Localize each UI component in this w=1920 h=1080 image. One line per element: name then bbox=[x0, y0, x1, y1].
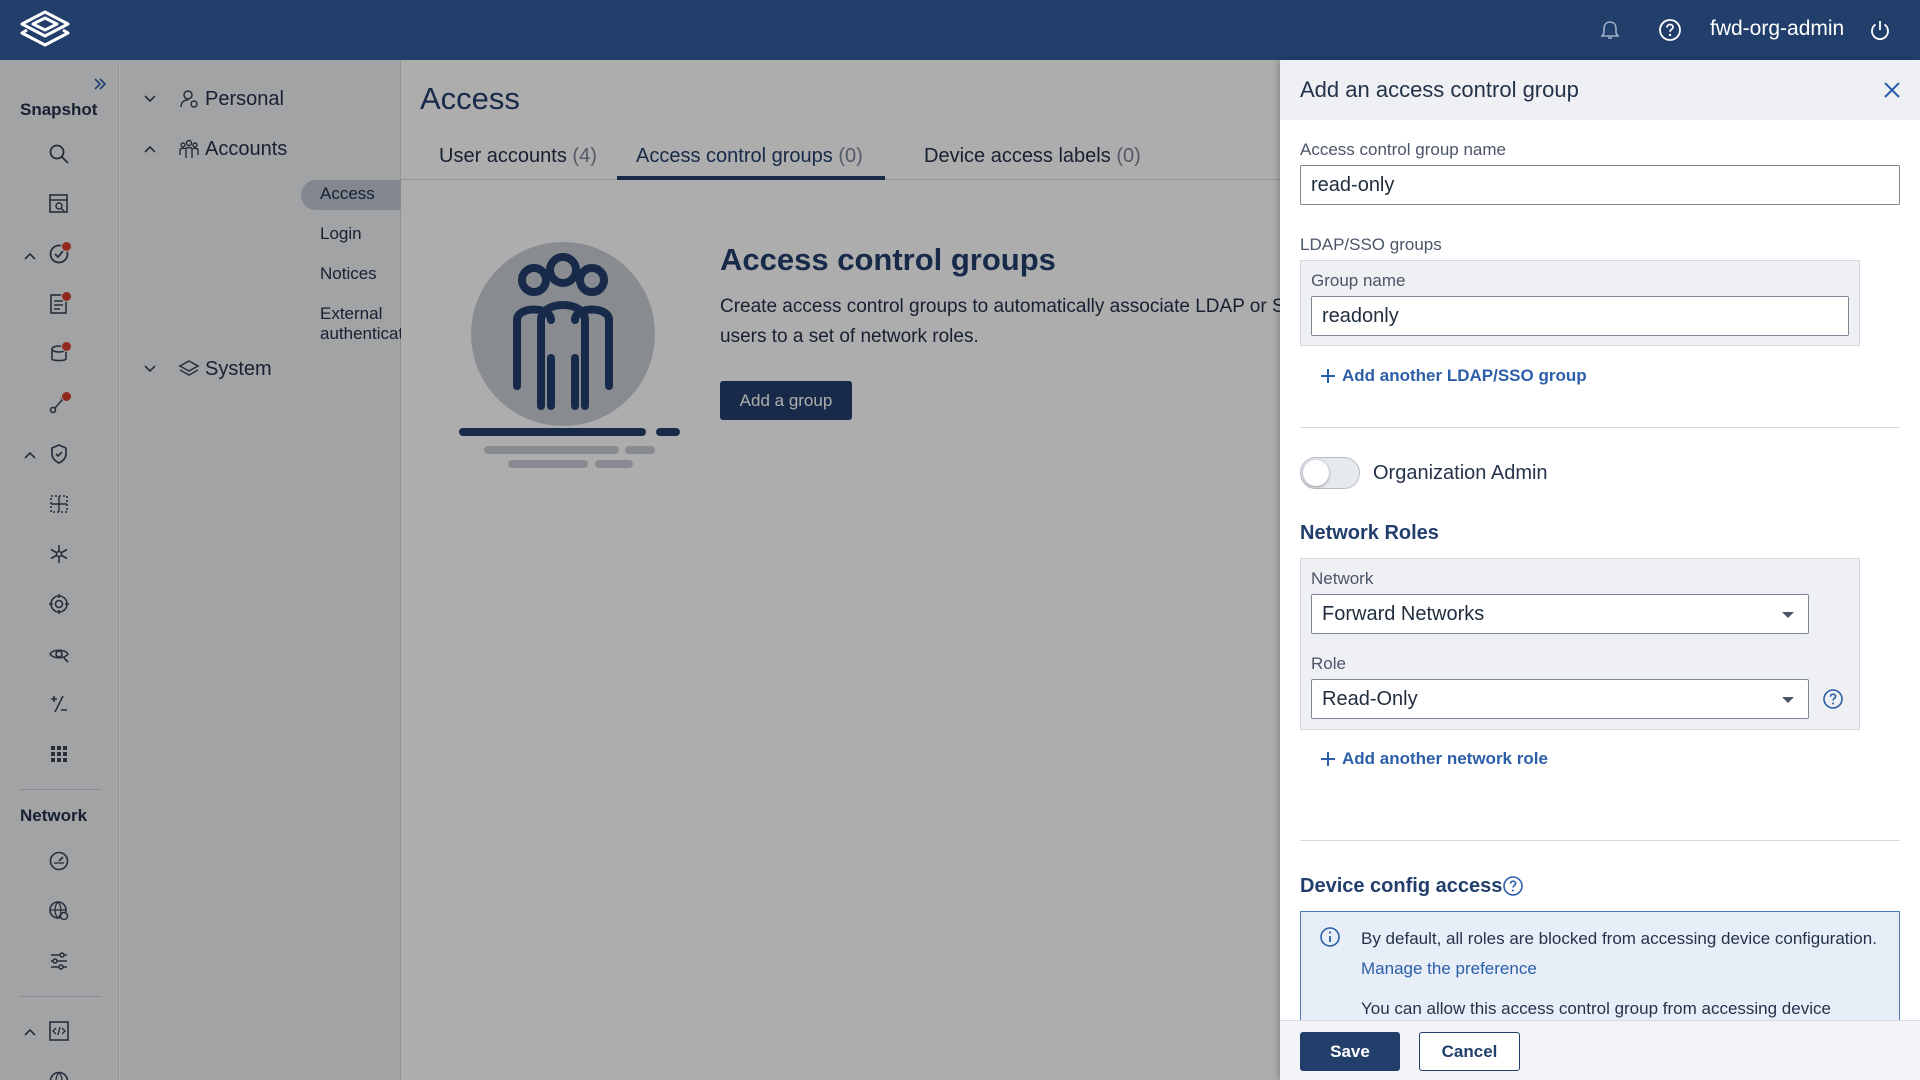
power-icon[interactable] bbox=[1866, 16, 1894, 44]
ldap-groups-label: LDAP/SSO groups bbox=[1300, 235, 1442, 254]
divider bbox=[1300, 427, 1900, 428]
add-group-drawer: Add an access control group Access contr… bbox=[1280, 60, 1920, 1080]
network-role-box: Network Forward Networks Role Read-Only bbox=[1300, 558, 1860, 730]
drawer-title: Add an access control group bbox=[1300, 77, 1579, 102]
device-config-help-icon[interactable] bbox=[1502, 875, 1524, 897]
forward-networks-logo[interactable] bbox=[18, 8, 72, 52]
dropdown-caret-icon bbox=[1782, 612, 1794, 618]
add-ldap-group-link[interactable]: Add another LDAP/SSO group bbox=[1320, 366, 1587, 386]
role-help-icon[interactable] bbox=[1822, 688, 1844, 710]
plus-icon bbox=[1321, 752, 1335, 766]
dropdown-caret-icon bbox=[1782, 697, 1794, 703]
network-roles-heading: Network Roles bbox=[1300, 522, 1439, 544]
org-admin-label: Organization Admin bbox=[1373, 462, 1548, 484]
cancel-button[interactable]: Cancel bbox=[1419, 1032, 1520, 1071]
username[interactable]: fwd-org-admin bbox=[1710, 17, 1844, 41]
toggle-knob bbox=[1303, 460, 1329, 486]
add-network-role-link[interactable]: Add another network role bbox=[1320, 749, 1548, 769]
info-text: By default, all roles are blocked from a… bbox=[1361, 929, 1877, 978]
device-config-access-heading: Device config access bbox=[1300, 875, 1503, 897]
modal-overlay[interactable] bbox=[0, 60, 1280, 1080]
org-admin-toggle[interactable] bbox=[1300, 457, 1360, 489]
network-select[interactable]: Forward Networks bbox=[1311, 594, 1809, 634]
drawer-footer: Save Cancel bbox=[1280, 1020, 1920, 1080]
manage-preference-link[interactable]: Manage the preference bbox=[1361, 959, 1537, 978]
ldap-group-name-label: Group name bbox=[1311, 271, 1406, 290]
help-circle-icon[interactable] bbox=[1656, 16, 1684, 44]
drawer-header: Add an access control group bbox=[1280, 60, 1920, 120]
save-button[interactable]: Save bbox=[1300, 1032, 1400, 1071]
device-config-info-box: By default, all roles are blocked from a… bbox=[1300, 911, 1900, 1031]
top-bar: fwd-org-admin bbox=[0, 0, 1920, 60]
group-name-input[interactable]: read-only bbox=[1300, 165, 1900, 205]
plus-icon bbox=[1321, 369, 1335, 383]
ldap-group-name-input[interactable]: readonly bbox=[1311, 296, 1849, 336]
info-icon bbox=[1320, 927, 1340, 947]
close-icon[interactable] bbox=[1878, 76, 1906, 104]
role-select[interactable]: Read-Only bbox=[1311, 679, 1809, 719]
network-label: Network bbox=[1311, 569, 1374, 588]
bell-icon[interactable] bbox=[1596, 16, 1624, 44]
ldap-group-box: Group name readonly bbox=[1300, 260, 1860, 346]
role-label: Role bbox=[1311, 654, 1346, 673]
group-name-label: Access control group name bbox=[1300, 140, 1506, 159]
divider bbox=[1300, 840, 1900, 841]
